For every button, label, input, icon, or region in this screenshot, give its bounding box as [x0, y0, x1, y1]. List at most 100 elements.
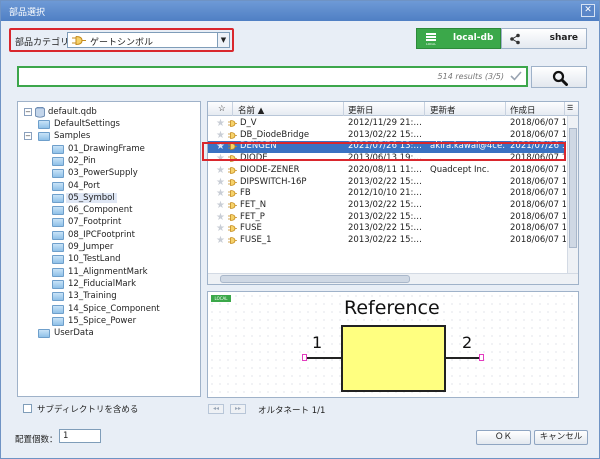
folder-icon — [52, 206, 64, 216]
tree-item-label: 04_Port — [68, 180, 100, 191]
cell-name: FB — [240, 188, 251, 199]
column-created[interactable]: 作成日 — [510, 104, 536, 116]
include-subdirs-label: サブディレクトリを含める — [37, 405, 139, 415]
tree-item-label: 09_Jumper — [68, 242, 114, 252]
horizontal-scrollbar[interactable] — [208, 273, 578, 284]
symbol-body — [341, 325, 446, 392]
favorite-star-icon[interactable]: ★ — [216, 177, 225, 188]
vertical-scrollbar[interactable] — [567, 116, 578, 274]
cell-name: FET_N — [240, 199, 267, 210]
gate-symbol-icon — [228, 201, 237, 209]
gate-symbol-icon — [228, 166, 237, 174]
collapse-icon[interactable]: − — [24, 108, 32, 116]
gate-symbol-icon — [228, 120, 237, 127]
cell-created: 2018/06/07 1 — [510, 118, 566, 128]
tree-item-label: 14_Spice_Component — [68, 303, 160, 314]
cell-created: 2018/06/07 1 — [510, 188, 566, 199]
favorite-star-icon[interactable]: ★ — [216, 212, 225, 223]
table-row[interactable]: ★ DIPSWITCH-16P 2013/02/22 15:… 2018/06/07 … — [208, 177, 566, 189]
cell-updated: 2013/02/22 15:… — [348, 211, 422, 222]
gate-symbol-icon — [228, 131, 237, 139]
cell-created: 2018/06/07 1 — [510, 129, 566, 140]
favorite-star-icon[interactable]: ★ — [216, 130, 225, 141]
table-row[interactable]: ★ DB_DiodeBridge 2013/02/22 15:… 2018/06/07… — [208, 130, 566, 142]
tree-item-label: 05_Symbol — [66, 192, 117, 203]
folder-icon — [52, 292, 64, 302]
scroll-thumb[interactable] — [220, 275, 410, 283]
collapse-icon[interactable]: − — [24, 132, 32, 141]
cell-created: 2018/06/07 1 — [510, 223, 566, 234]
folder-tree: − default.qdb DefaultSettings − Samples 01_… — [17, 101, 201, 397]
table-row[interactable]: ★ FUSE_1 2013/02/22 15:… 2018/06/07 1 — [208, 235, 566, 247]
table-row[interactable]: ★ DIODE-ZENER 2020/08/11 11:… Quadcept Inc.… — [208, 165, 566, 177]
column-favorite[interactable]: ☆ — [218, 104, 226, 114]
column-updated[interactable]: 更新日 — [348, 104, 374, 116]
cell-updated: 2012/11/29 21:… — [348, 118, 422, 128]
scroll-thumb[interactable] — [569, 128, 577, 248]
local-badge: LOCAL — [211, 295, 231, 302]
favorite-star-icon[interactable]: ★ — [216, 188, 225, 199]
table-row[interactable]: ★ FET_N 2013/02/22 15:… 2018/06/07 1 — [208, 200, 566, 212]
share-label: share — [549, 33, 578, 43]
folder-icon — [52, 218, 64, 228]
quantity-input[interactable]: 1 — [59, 429, 101, 443]
check-icon — [510, 71, 522, 81]
folder-icon — [38, 120, 50, 129]
parts-selection-dialog: 部品選択 ✕ 部品カテゴリ ゲートシンボル ▼ LOCAL local-db s… — [0, 0, 600, 459]
tree-root-label: default.qdb — [48, 107, 97, 117]
folder-icon — [52, 230, 64, 240]
tree-item-label: 02_Pin — [68, 155, 96, 166]
column-name[interactable]: 名前 ▲ — [238, 104, 264, 116]
gate-symbol-icon — [228, 225, 237, 233]
cell-updated: 2012/10/10 21:… — [348, 188, 422, 199]
alternate-label: オルタネート 1/1 — [258, 406, 326, 416]
cancel-button[interactable]: キャンセル — [534, 430, 588, 445]
gate-symbol-icon — [228, 213, 237, 221]
search-button[interactable] — [531, 66, 587, 88]
folder-icon — [52, 144, 64, 154]
folder-icon — [52, 193, 64, 203]
cell-updater: Quadcept Inc. — [430, 164, 490, 175]
search-input[interactable]: 514 results (3/5) — [17, 66, 528, 87]
ok-button[interactable]: ＯＫ — [476, 430, 531, 445]
tree-item-label: 01_DrawingFrame — [68, 143, 145, 154]
favorite-star-icon[interactable]: ★ — [216, 165, 225, 176]
alternate-next-button[interactable]: ▸▸ — [230, 404, 246, 414]
table-row[interactable]: ★ D_V 2012/11/29 21:… 2018/06/07 1 — [208, 118, 566, 130]
tree-item-label: 06_Component — [68, 205, 133, 216]
favorite-star-icon[interactable]: ★ — [216, 200, 225, 211]
share-button[interactable]: share — [501, 28, 587, 49]
grid-header: ☆ 名前 ▲ 更新日 更新者 作成日 ☰ — [208, 102, 578, 116]
cell-created: 2018/06/07 1 — [510, 176, 566, 187]
table-row[interactable]: ★ FUSE 2013/02/22 15:… 2018/06/07 1 — [208, 223, 566, 235]
cell-created: 2018/06/07 1 — [510, 164, 566, 175]
checkbox-box[interactable] — [23, 404, 32, 413]
folder-icon — [52, 255, 64, 265]
result-count: 514 results (3/5) — [437, 72, 504, 81]
cell-name: DB_DiodeBridge — [240, 129, 310, 140]
pin2-end — [479, 354, 484, 361]
column-menu-icon[interactable]: ☰ — [567, 104, 573, 112]
window-title: 部品選択 — [9, 8, 46, 18]
gate-symbol-icon — [228, 178, 237, 186]
chevron-down-icon[interactable]: ▼ — [217, 33, 229, 47]
close-button[interactable]: ✕ — [581, 4, 595, 17]
column-updater[interactable]: 更新者 — [430, 104, 456, 116]
favorite-star-icon[interactable]: ★ — [216, 223, 225, 234]
table-row[interactable]: ★ FB 2012/10/10 21:… 2018/06/07 1 — [208, 188, 566, 200]
parts-grid: ☆ 名前 ▲ 更新日 更新者 作成日 ☰ ★ D_V 2012/11/29 21:…… — [207, 101, 579, 285]
pin1-end — [302, 354, 307, 361]
cell-name: FUSE_1 — [240, 235, 272, 245]
category-select[interactable]: ゲートシンボル ▼ — [67, 32, 230, 48]
folder-icon — [52, 156, 64, 166]
local-db-button[interactable]: LOCAL local-db — [416, 28, 501, 49]
favorite-star-icon[interactable]: ★ — [216, 235, 225, 246]
cell-updated: 2020/08/11 11:… — [348, 164, 422, 175]
pin1-number: 1 — [312, 333, 323, 352]
table-row[interactable]: ★ FET_P 2013/02/22 15:… 2018/06/07 1 — [208, 212, 566, 224]
tree-item-label: DefaultSettings — [54, 119, 120, 129]
favorite-star-icon[interactable]: ★ — [216, 118, 225, 129]
alternate-prev-button[interactable]: ◂◂ — [208, 404, 224, 414]
tree-item-label: Samples — [54, 131, 91, 142]
tree-item-label: 10_TestLand — [68, 254, 121, 265]
